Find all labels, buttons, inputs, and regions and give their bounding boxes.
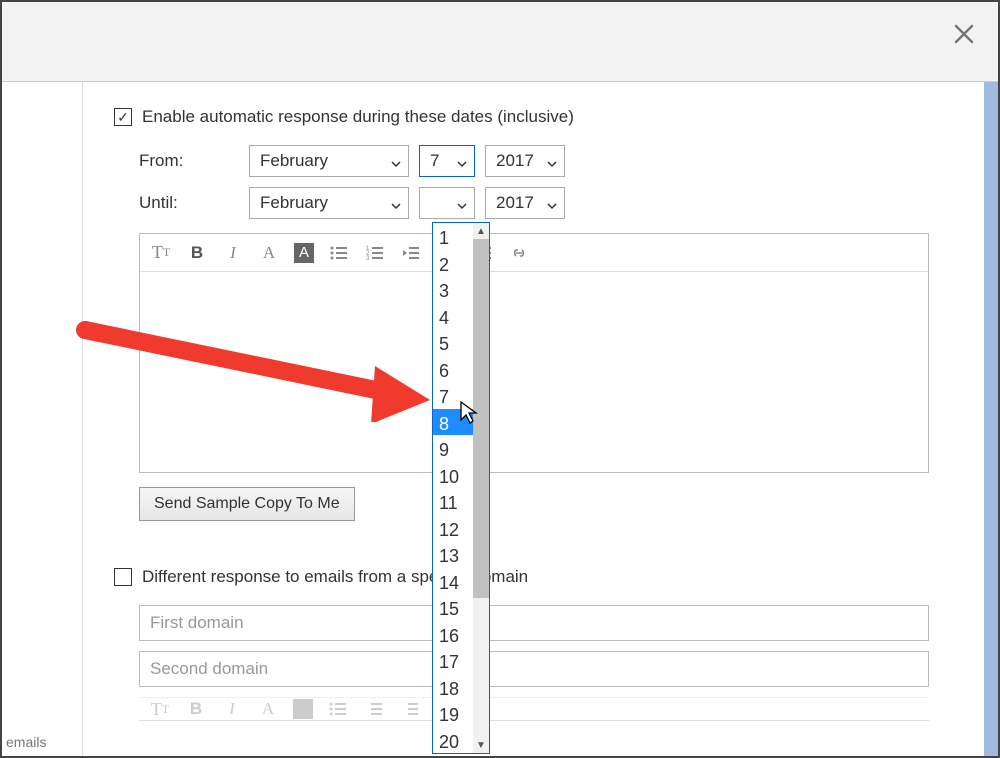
dropdown-option[interactable]: 17: [433, 647, 473, 674]
until-year-select[interactable]: 2017: [485, 187, 565, 219]
dropdown-option[interactable]: 15: [433, 594, 473, 621]
from-year-value: 2017: [496, 151, 534, 171]
font-color-icon[interactable]: A: [257, 698, 279, 720]
chevron-down-icon: [390, 155, 402, 167]
font-color-icon[interactable]: A: [258, 242, 280, 264]
until-month-value: February: [260, 193, 328, 213]
left-separator: [82, 82, 83, 756]
numbered-list-icon[interactable]: 123: [364, 242, 386, 264]
scroll-track[interactable]: [473, 239, 489, 737]
until-day-select[interactable]: [419, 187, 475, 219]
dropdown-option[interactable]: 13: [433, 541, 473, 568]
bullet-list-icon[interactable]: [327, 698, 349, 720]
dropdown-option[interactable]: 11: [433, 488, 473, 515]
highlight-icon[interactable]: A: [293, 699, 313, 719]
editor-textarea[interactable]: [140, 272, 928, 472]
chevron-down-icon: [456, 197, 468, 209]
chevron-down-icon: [546, 155, 558, 167]
from-day-select[interactable]: 7: [419, 145, 475, 177]
until-year-value: 2017: [496, 193, 534, 213]
bold-icon[interactable]: B: [186, 242, 208, 264]
second-domain-input[interactable]: Second domain: [139, 651, 929, 687]
from-month-value: February: [260, 151, 328, 171]
dropdown-list[interactable]: 1234567891011121314151617181920: [433, 223, 473, 753]
dialog-header: [2, 2, 998, 82]
first-domain-placeholder: First domain: [150, 613, 244, 633]
dropdown-option[interactable]: 8: [433, 409, 473, 436]
enable-auto-response-row[interactable]: ✓ Enable automatic response during these…: [114, 107, 952, 127]
scroll-thumb[interactable]: [473, 239, 489, 598]
chevron-down-icon: [456, 155, 468, 167]
dropdown-option[interactable]: 3: [433, 276, 473, 303]
dropdown-option[interactable]: 19: [433, 700, 473, 727]
outdent-icon[interactable]: [400, 242, 422, 264]
from-day-value: 7: [430, 151, 439, 171]
svg-text:3: 3: [366, 256, 370, 262]
font-size-icon[interactable]: TT: [150, 242, 172, 264]
outdent-icon[interactable]: [399, 698, 421, 720]
link-icon[interactable]: [508, 242, 530, 264]
dropdown-scrollbar[interactable]: ▲ ▼: [473, 223, 489, 753]
dropdown-option[interactable]: 9: [433, 435, 473, 462]
chevron-down-icon: [390, 197, 402, 209]
numbered-list-icon[interactable]: [363, 698, 385, 720]
editor-toolbar: TT B I A A 123: [140, 234, 928, 272]
second-domain-placeholder: Second domain: [150, 659, 268, 679]
dropdown-option[interactable]: 18: [433, 674, 473, 701]
content-area: ✓ Enable automatic response during these…: [84, 82, 982, 756]
until-month-select[interactable]: February: [249, 187, 409, 219]
enable-label: Enable automatic response during these d…: [142, 107, 574, 127]
rich-text-editor: TT B I A A 123: [139, 233, 929, 473]
italic-icon[interactable]: I: [221, 698, 243, 720]
different-response-row[interactable]: Different response to emails from a spec…: [114, 567, 952, 587]
emails-label: emails: [6, 734, 46, 750]
dropdown-option[interactable]: 10: [433, 462, 473, 489]
day-dropdown-popup[interactable]: 1234567891011121314151617181920 ▲ ▼: [432, 222, 490, 754]
from-date-row: From: February 7 2017: [139, 145, 952, 177]
dropdown-option[interactable]: 6: [433, 356, 473, 383]
italic-icon[interactable]: I: [222, 242, 244, 264]
from-month-select[interactable]: February: [249, 145, 409, 177]
highlight-icon[interactable]: A: [294, 243, 314, 263]
first-domain-input[interactable]: First domain: [139, 605, 929, 641]
page-scrollbar[interactable]: [984, 82, 998, 756]
until-label: Until:: [139, 193, 249, 213]
from-label: From:: [139, 151, 249, 171]
font-size-icon[interactable]: TT: [149, 698, 171, 720]
bullet-list-icon[interactable]: [328, 242, 350, 264]
scroll-down-icon[interactable]: ▼: [473, 737, 489, 753]
dropdown-option[interactable]: 20: [433, 727, 473, 754]
dropdown-option[interactable]: 2: [433, 250, 473, 277]
dropdown-option[interactable]: 14: [433, 568, 473, 595]
checkbox-different-response[interactable]: [114, 568, 132, 586]
until-date-row: Until: February 2017: [139, 187, 952, 219]
dropdown-option[interactable]: 7: [433, 382, 473, 409]
scroll-up-icon[interactable]: ▲: [473, 223, 489, 239]
dropdown-option[interactable]: 12: [433, 515, 473, 542]
close-icon[interactable]: [952, 22, 976, 46]
from-year-select[interactable]: 2017: [485, 145, 565, 177]
chevron-down-icon: [546, 197, 558, 209]
dropdown-option[interactable]: 5: [433, 329, 473, 356]
dropdown-option[interactable]: 16: [433, 621, 473, 648]
editor-toolbar-2: TT B I A A: [139, 697, 929, 721]
dialog-body: ✓ Enable automatic response during these…: [2, 82, 998, 756]
send-sample-button[interactable]: Send Sample Copy To Me: [139, 487, 355, 521]
dropdown-option[interactable]: 4: [433, 303, 473, 330]
checkbox-enable[interactable]: ✓: [114, 108, 132, 126]
dropdown-option[interactable]: 1: [433, 223, 473, 250]
bold-icon[interactable]: B: [185, 698, 207, 720]
